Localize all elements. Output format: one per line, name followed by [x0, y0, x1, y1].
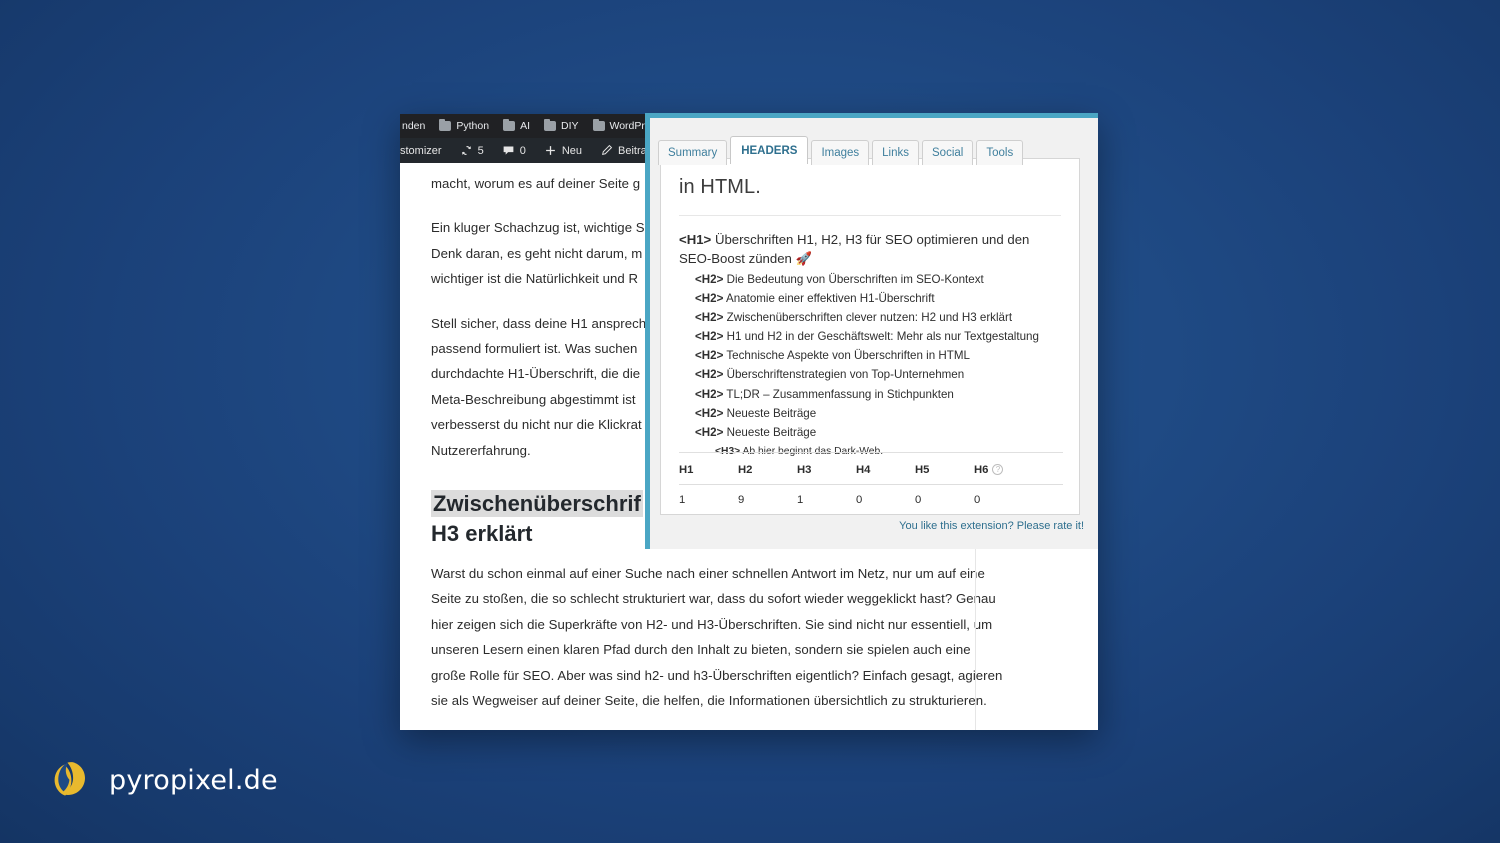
- table-top-divider: [679, 452, 1063, 453]
- tab-tools[interactable]: Tools: [976, 140, 1024, 165]
- heading-row: <H2> Überschriftenstrategien von Top-Unt…: [679, 366, 1061, 385]
- panel-body: Summary HEADERS Images Links Social Tool…: [650, 118, 1098, 549]
- tab-social[interactable]: Social: [922, 140, 974, 165]
- count-h1: 1: [679, 494, 686, 506]
- heading-level: <H2>: [695, 406, 724, 420]
- article-heading-line2: H3 erklärt: [431, 521, 533, 547]
- updates-icon: [460, 144, 473, 157]
- wp-customizer-link[interactable]: stomizer: [400, 138, 451, 163]
- wp-updates-count: 5: [477, 144, 484, 157]
- heading-level: <H2>: [695, 368, 724, 382]
- flame-logo-icon: [50, 759, 92, 801]
- help-icon[interactable]: ?: [992, 464, 1004, 475]
- folder-icon: [439, 118, 452, 131]
- bookmark-label: nden: [402, 120, 426, 132]
- heading-text: Überschriftenstrategien von Top-Unterneh…: [726, 368, 965, 382]
- wp-customizer-label: stomizer: [400, 144, 442, 157]
- headers-panel-card: in HTML. <H1> Überschriften H1, H2, H3 f…: [660, 158, 1080, 515]
- col-header-h6-label: H6: [974, 464, 989, 476]
- count-h4: 0: [856, 494, 863, 506]
- heading-level: <H2>: [695, 292, 724, 306]
- folder-icon: [592, 118, 605, 131]
- heading-level: <H1>: [679, 232, 712, 247]
- bookmark-item[interactable]: Python: [432, 116, 496, 136]
- folder-icon: [503, 118, 516, 131]
- col-header-h4: H4: [856, 464, 871, 476]
- heading-text: H1 und H2 in der Geschäftswelt: Mehr als…: [726, 330, 1039, 344]
- brand-name: pyropixel.de: [109, 764, 278, 796]
- article-heading-line1: Zwischenüberschrif: [431, 490, 643, 518]
- tab-images[interactable]: Images: [811, 140, 870, 165]
- wp-comments-link[interactable]: 0: [493, 138, 535, 163]
- plus-icon: [544, 144, 557, 157]
- heading-text: Die Bedeutung von Überschriften im SEO-K…: [726, 273, 984, 286]
- heading-row: <H2> Neueste Beiträge: [679, 424, 1061, 443]
- heading-row: <H1> Überschriften H1, H2, H3 für SEO op…: [679, 230, 1061, 268]
- heading-level: <H2>: [695, 273, 724, 286]
- heading-text: Überschriften H1, H2, H3 für SEO optimie…: [679, 232, 1030, 266]
- wp-new-label: Neu: [561, 144, 582, 157]
- rate-extension-link[interactable]: You like this extension? Please rate it!: [899, 520, 1084, 532]
- bookmark-item[interactable]: AI: [496, 116, 537, 136]
- heading-row: <H2> Neueste Beiträge: [679, 405, 1061, 424]
- heading-text: Zwischenüberschriften clever nutzen: H2 …: [726, 311, 1013, 325]
- heading-row: <H2> TL;DR – Zusammenfassung in Stichpun…: [679, 386, 1061, 405]
- col-header-h1: H1: [679, 464, 694, 476]
- col-header-h2: H2: [738, 464, 753, 476]
- count-h6: 0: [974, 494, 981, 506]
- article-paragraph: Warst du schon einmal auf einer Suche na…: [431, 566, 1003, 709]
- count-h5: 0: [915, 494, 922, 506]
- comment-icon: [502, 144, 515, 157]
- table-header-row: H1 H2 H3 H4 H5 H6?: [679, 464, 1063, 476]
- heading-text: Technische Aspekte von Überschriften in …: [726, 349, 970, 363]
- heading-row: <H2> Technische Aspekte von Überschrifte…: [679, 347, 1061, 366]
- seo-extension-panel: Summary HEADERS Images Links Social Tool…: [645, 113, 1098, 549]
- tab-headers[interactable]: HEADERS: [730, 136, 809, 164]
- heading-row: <H2> Zwischenüberschriften clever nutzen…: [679, 309, 1061, 328]
- count-h2: 9: [738, 494, 745, 506]
- col-header-h6: H6?: [974, 464, 1033, 476]
- count-h3: 1: [797, 494, 804, 506]
- heading-level: <H2>: [695, 387, 724, 401]
- heading-row: <H2> Die Bedeutung von Überschriften im …: [679, 271, 1061, 290]
- heading-level: <H2>: [695, 349, 724, 363]
- bookmark-label: DIY: [560, 120, 579, 132]
- tab-links[interactable]: Links: [872, 140, 920, 165]
- heading-level: <H2>: [695, 311, 724, 325]
- col-header-h3: H3: [797, 464, 812, 476]
- bookmark-label: Python: [456, 120, 490, 132]
- heading-text: Neueste Beiträge: [726, 425, 817, 439]
- heading-level: <H2>: [695, 330, 724, 344]
- extension-tabs: Summary HEADERS Images Links Social Tool…: [658, 136, 1024, 165]
- pencil-icon: [600, 144, 613, 157]
- table-value-row: 1 9 1 0 0 0: [679, 494, 1063, 506]
- wp-updates-link[interactable]: 5: [451, 138, 493, 163]
- table-divider: [679, 484, 1063, 485]
- headings-list: <H1> Überschriften H1, H2, H3 für SEO op…: [661, 216, 1079, 460]
- bookmark-label: AI: [520, 120, 530, 132]
- heading-count-table: H1 H2 H3 H4 H5 H6? 1 9 1 0 0 0: [661, 452, 1079, 506]
- heading-level: <H2>: [695, 425, 724, 439]
- card-title: in HTML.: [679, 176, 761, 198]
- col-header-h5: H5: [915, 464, 930, 476]
- heading-text: Anatomie einer effektiven H1-Überschrift: [725, 292, 935, 306]
- bookmark-item[interactable]: nden: [402, 116, 432, 136]
- bookmark-item[interactable]: DIY: [537, 116, 586, 136]
- wp-comments-count: 0: [519, 144, 526, 157]
- heading-row: <H2> H1 und H2 in der Geschäftswelt: Meh…: [679, 328, 1061, 347]
- heading-text: Neueste Beiträge: [726, 406, 817, 420]
- folder-icon: [543, 118, 556, 131]
- heading-text: TL;DR – Zusammenfassung in Stichpunkten: [726, 387, 954, 401]
- wp-new-link[interactable]: Neu: [535, 138, 591, 163]
- brand-watermark: pyropixel.de: [50, 759, 278, 801]
- slide-stage: nden Python AI DIY WordPress stomizer 5 …: [0, 0, 1500, 843]
- tab-summary[interactable]: Summary: [658, 140, 728, 165]
- heading-row: <H2> Anatomie einer effektiven H1-Übersc…: [679, 290, 1061, 309]
